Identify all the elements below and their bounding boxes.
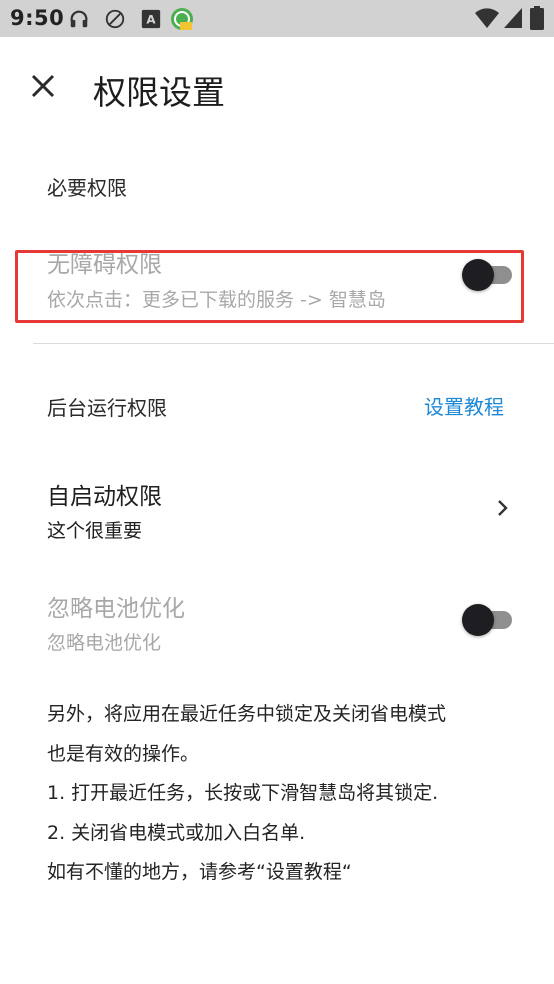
section-label-background: 后台运行权限 [47,396,167,420]
section-label-required: 必要权限 [47,176,127,200]
toggle-thumb [462,259,494,291]
accessibility-title[interactable]: 无障碍权限 [47,245,162,279]
note-line: 2. 关闭省电模式或加入白名单. [47,821,306,844]
permission-settings-screen: 9:50 A 权限设置 必要权限 无障碍权限 依次点击：更多已下载的服务 -> … [0,0,554,984]
no-location-icon [105,9,125,29]
battery-optimization-toggle[interactable] [462,604,514,636]
accessibility-toggle[interactable] [462,259,514,291]
status-bar: 9:50 A [0,0,554,37]
app-notification-icon [171,8,193,30]
battery-icon [530,6,544,30]
font-a-icon: A [141,9,161,29]
wifi-icon [475,8,499,28]
help-note: 另外，将应用在最近任务中锁定及关闭省电模式 也是有效的操作。 1. 打开最近任务… [47,700,527,898]
autostart-subtitle: 这个很重要 [47,520,143,542]
note-line: 1. 打开最近任务，长按或下滑智慧岛将其锁定. [47,782,439,804]
headset-icon [70,10,88,28]
toggle-thumb [462,604,494,636]
note-line: 另外，将应用在最近任务中锁定及关闭省电模式 [47,703,447,725]
accessibility-subtitle: 依次点击：更多已下载的服务 -> 智慧岛 [47,289,386,311]
signal-icon [504,8,522,28]
svg-text:A: A [146,13,156,27]
note-line: 也是有效的操作。 [47,742,200,765]
chevron-right-icon[interactable] [493,497,511,519]
close-icon[interactable] [26,69,60,103]
note-line: 如有不懂的地方，请参考“设置教程“ [47,861,352,883]
divider [33,343,554,344]
status-time: 9:50 [10,6,65,30]
battery-optimization-title[interactable]: 忽略电池优化 [47,589,185,623]
tutorial-link[interactable]: 设置教程 [424,391,504,420]
autostart-title[interactable]: 自启动权限 [47,477,162,511]
page-title: 权限设置 [93,73,225,112]
app-bar: 权限设置 [0,37,554,137]
battery-optimization-subtitle: 忽略电池优化 [47,632,162,654]
